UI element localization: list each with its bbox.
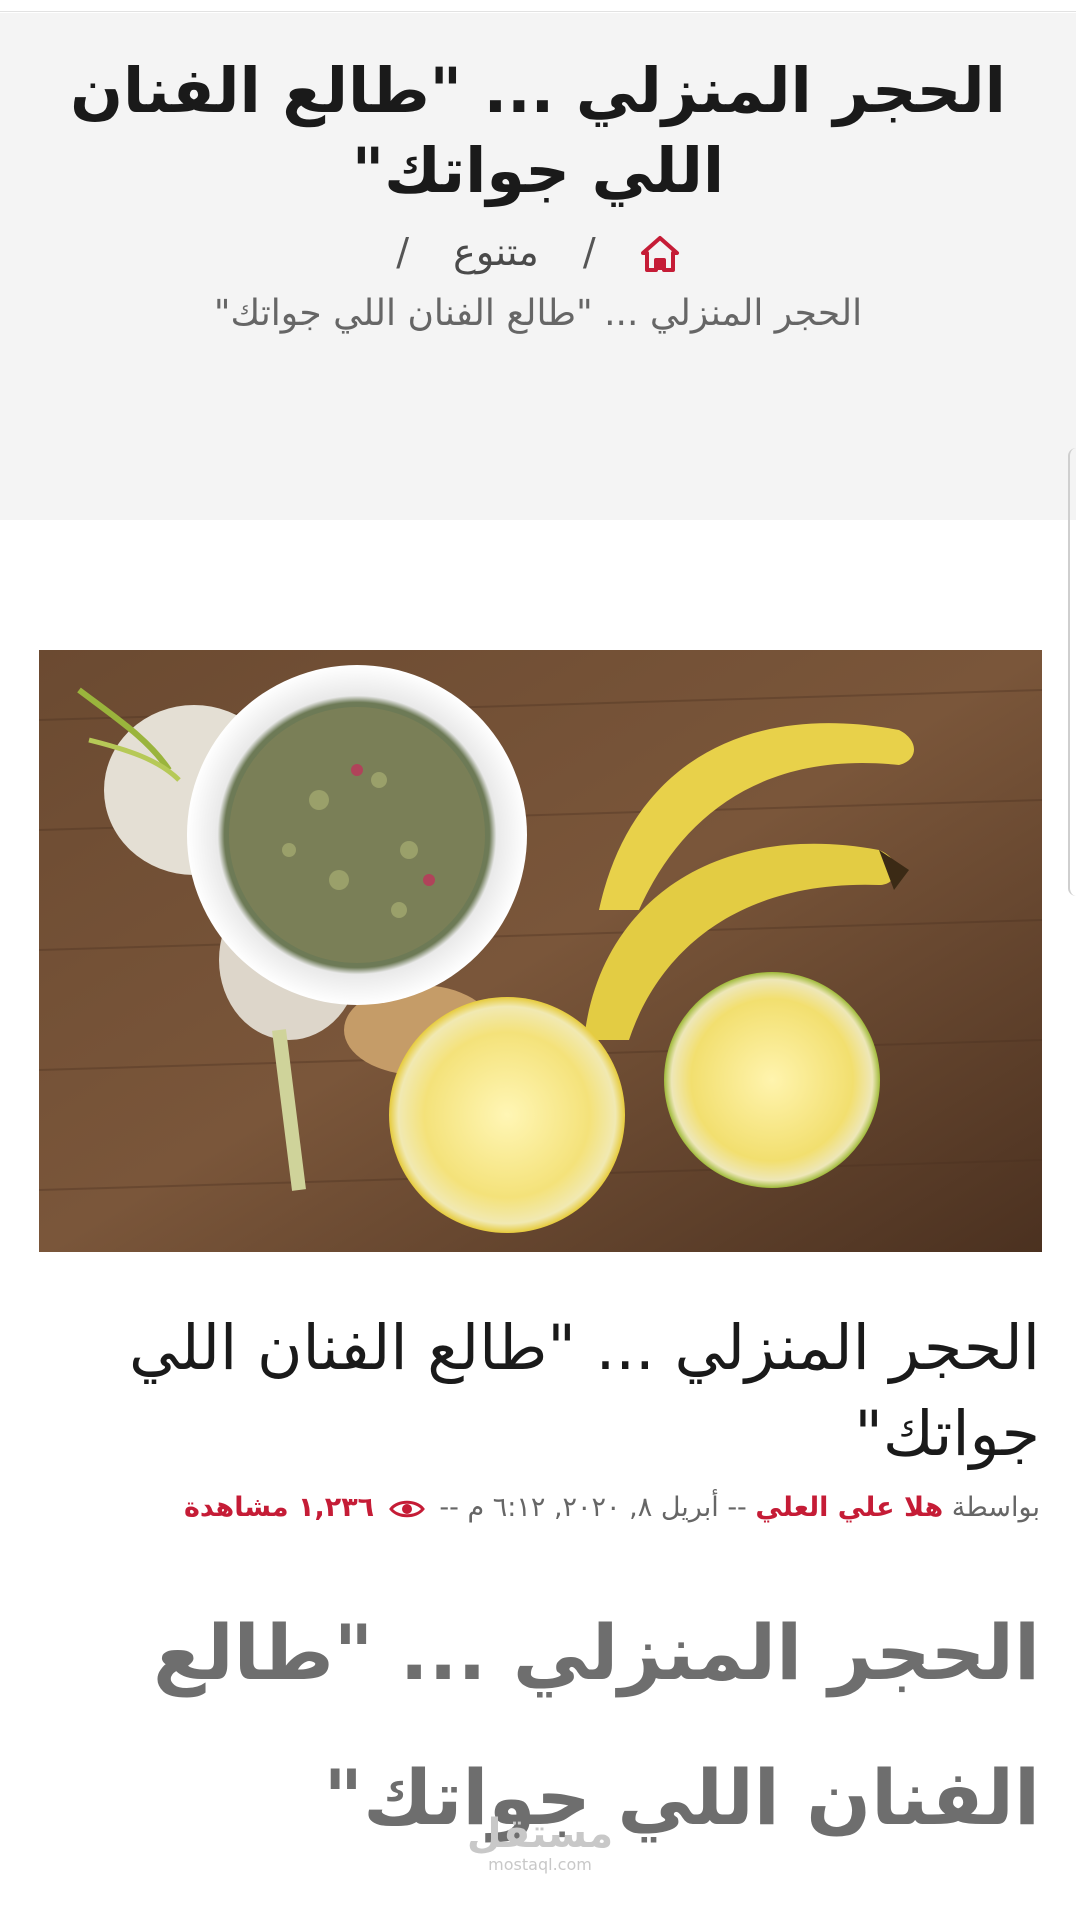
page-title: الحجر المنزلي ... "طالع الفنان اللي جوات… [70, 54, 1006, 207]
watermark-logo: مستقل mostaql.com [465, 1812, 615, 1878]
page: الحجر المنزلي ... "طالع الفنان اللي جوات… [0, 0, 1076, 1911]
article-title: الحجر المنزلي ... "طالع الفنان اللي جوات… [128, 1311, 1040, 1470]
breadcrumb: / متنوع / [0, 227, 1076, 287]
meta-dash: -- [727, 1492, 747, 1523]
breadcrumb-home[interactable] [640, 229, 680, 274]
breadcrumb-separator: / [396, 229, 410, 274]
breadcrumb-current: الحجر المنزلي ... "طالع الفنان اللي جوات… [213, 293, 863, 334]
breadcrumb-category[interactable]: متنوع [453, 230, 539, 274]
article-image [39, 650, 1042, 1252]
page-header: الحجر المنزلي ... "طالع الفنان اللي جوات… [0, 13, 1076, 520]
article-meta: بواسطة هلا علي العلي -- أبريل ٨, ٢٠٢٠, ٦… [40, 1486, 1040, 1530]
by-label: بواسطة [951, 1492, 1040, 1523]
watermark-arabic: مستقل [466, 1811, 614, 1857]
author-link[interactable]: هلا علي العلي [755, 1492, 943, 1523]
top-divider [0, 0, 1076, 12]
breadcrumb-separator: / [582, 229, 596, 274]
article-photo [39, 650, 1042, 1252]
scroll-handle[interactable] [1068, 448, 1076, 896]
views-count: ١,٢٣٦ مشاهدة [183, 1492, 375, 1523]
meta-dash: -- [439, 1492, 459, 1523]
publish-date: أبريل ٨, ٢٠٢٠, ٦:١٢ م [467, 1492, 719, 1523]
watermark-latin: mostaql.com [488, 1855, 592, 1874]
home-icon [640, 235, 679, 272]
eye-icon [388, 1500, 425, 1517]
